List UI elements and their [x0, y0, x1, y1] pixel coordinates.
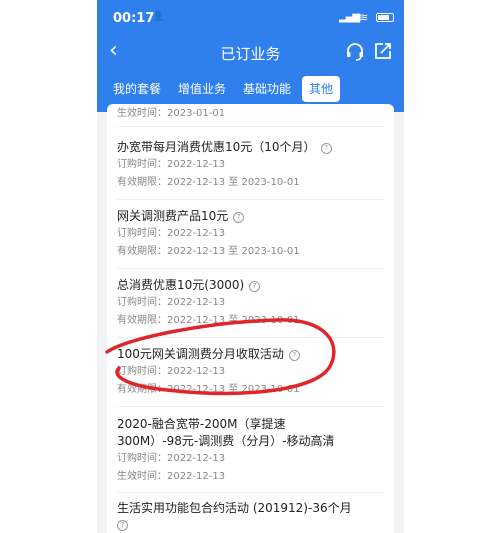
signal-icon: ▂▄▆	[339, 12, 360, 23]
list-item-partial: 生效时间：2023-01-01	[117, 104, 384, 127]
customer-service-icon[interactable]	[345, 42, 365, 62]
help-icon[interactable]: ?	[233, 212, 245, 223]
validity-label: 有效期限：	[117, 246, 167, 257]
person-icon: 👤	[152, 11, 165, 22]
item-name-line1: 2020-融合宽带-200M（享提速	[117, 417, 286, 431]
order-time-value: 2022-12-13	[167, 453, 226, 464]
help-icon[interactable]: ?	[117, 520, 128, 531]
list-item[interactable]: 100元网关调测费分月收取活动? 订购时间：2022-12-13 有效期限：20…	[117, 346, 384, 407]
item-name: 100元网关调测费分月收取活动	[117, 347, 284, 361]
item-name: 总消费优惠10元(3000)	[117, 278, 245, 292]
nav-bar: ‹ 已订业务	[97, 34, 404, 70]
item-name-line2: 300M）-98元-调测费（分月）-移动高清	[117, 434, 335, 448]
order-time-value: 2022-12-13	[167, 228, 226, 239]
list-item[interactable]: 2020-融合宽带-200M（享提速 300M）-98元-调测费（分月）-移动高…	[117, 416, 384, 493]
battery-icon	[376, 13, 394, 22]
effective-value: 2022-12-13	[167, 471, 226, 482]
validity-value: 2022-12-13 至 2023-10-01	[167, 315, 300, 326]
status-time: 00:17	[113, 11, 155, 26]
list-item[interactable]: 办宽带每月消费优惠10元（10个月）? 订购时间：2022-12-13 有效期限…	[117, 139, 384, 200]
app-header: 00:17 👤 ▂▄▆ ≋ ‹ 已订业务 我的套餐 增值业务 基础功能 其他	[97, 0, 404, 112]
tab-value-added[interactable]: 增值业务	[171, 76, 233, 102]
order-time-label: 订购时间：	[117, 366, 167, 377]
help-icon[interactable]: ?	[288, 350, 300, 361]
effective-value: 2023-01-01	[167, 108, 226, 119]
order-time-label: 订购时间：	[117, 297, 167, 308]
validity-label: 有效期限：	[117, 384, 167, 395]
tab-other[interactable]: 其他	[302, 76, 341, 102]
list-item[interactable]: 生活实用功能包合约活动 (201912)-36个月 ?	[117, 500, 384, 533]
list-item[interactable]: 网关调测费产品10元? 订购时间：2022-12-13 有效期限：2022-12…	[117, 208, 384, 269]
subscription-list: 生效时间：2023-01-01 办宽带每月消费优惠10元（10个月）? 订购时间…	[107, 104, 394, 533]
tab-basic-functions[interactable]: 基础功能	[236, 76, 298, 102]
effective-label: 生效时间：	[117, 108, 167, 119]
order-time-label: 订购时间：	[117, 159, 167, 170]
item-name: 办宽带每月消费优惠10元（10个月）	[117, 140, 316, 154]
status-bar: 00:17 👤 ▂▄▆ ≋	[97, 0, 404, 34]
order-time-value: 2022-12-13	[167, 297, 226, 308]
share-icon[interactable]	[374, 42, 392, 60]
item-name: 生活实用功能包合约活动 (201912)-36个月	[117, 501, 352, 515]
help-icon[interactable]: ?	[320, 143, 332, 154]
list-item[interactable]: 总消费优惠10元(3000)? 订购时间：2022-12-13 有效期限：202…	[117, 277, 384, 338]
validity-value: 2022-12-13 至 2023-10-01	[167, 246, 300, 257]
order-time-value: 2022-12-13	[167, 159, 226, 170]
effective-label: 生效时间：	[117, 471, 167, 482]
order-time-label: 订购时间：	[117, 453, 167, 464]
wifi-icon: ≋	[359, 11, 369, 24]
order-time-value: 2022-12-13	[167, 366, 226, 377]
validity-label: 有效期限：	[117, 315, 167, 326]
validity-label: 有效期限：	[117, 177, 167, 188]
phone-screen: 00:17 👤 ▂▄▆ ≋ ‹ 已订业务 我的套餐 增值业务 基础功能 其他 生…	[97, 0, 404, 533]
help-icon[interactable]: ?	[249, 281, 261, 292]
validity-value: 2022-12-13 至 2023-10-01	[167, 177, 300, 188]
tab-bar: 我的套餐 增值业务 基础功能 其他	[97, 74, 404, 104]
validity-value: 2022-12-13 至 2023-10-01	[167, 384, 300, 395]
order-time-label: 订购时间：	[117, 228, 167, 239]
item-name: 网关调测费产品10元	[117, 209, 229, 223]
tab-my-package[interactable]: 我的套餐	[106, 76, 168, 102]
